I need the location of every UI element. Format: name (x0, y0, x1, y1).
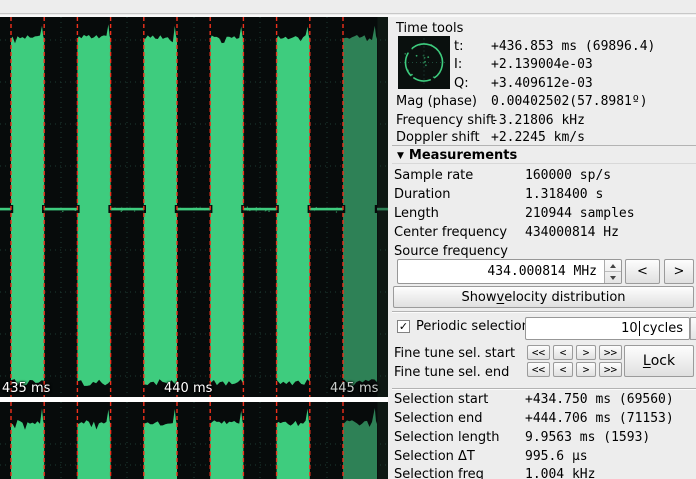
row-value: +436.853 ms (69896.4) (491, 39, 655, 54)
time-axis-label: 445 ms (330, 381, 378, 396)
time-tools-panel: Time tools t: +436.853 ms (69896.4) I: +… (392, 0, 696, 479)
start-step-forward-button[interactable]: > (576, 345, 596, 360)
row-value: 434000814 Hz (525, 225, 619, 240)
start-big-step-forward-button[interactable]: >> (599, 345, 622, 360)
cycles-input[interactable]: 10 cycles (525, 317, 690, 340)
cycles-suffix: cycles (643, 321, 683, 336)
button-text: Show (461, 290, 496, 305)
t-row: t: +436.853 ms (69896.4) (392, 39, 696, 57)
row-value: 210944 samples (525, 206, 635, 221)
mag-phase-row: Mag (phase) 0.00402502(57.8981º) (392, 94, 696, 112)
frequency-prev-button[interactable]: < (625, 259, 660, 284)
row-value: +434.750 ms (69560) (525, 392, 674, 407)
row-label: Length (394, 206, 439, 221)
row-label: Sample rate (394, 168, 473, 183)
fine-tune-end-label: Fine tune sel. end (394, 365, 509, 380)
waveform-lane-1[interactable]: 435 ms 440 ms 445 ms (0, 17, 388, 397)
row-value: 160000 sp/s (525, 168, 611, 183)
row-value: 1.318400 s (525, 187, 603, 202)
spin-up-button[interactable] (605, 260, 621, 272)
row-value: +2.139004e-03 (491, 57, 593, 72)
periodic-selection-label: Periodic selection (416, 319, 530, 334)
q-row: Q: +3.409612e-03 (392, 76, 696, 94)
separator (392, 388, 696, 390)
button-text-accel: L (643, 353, 651, 369)
row-label: Duration (394, 187, 450, 202)
panel-title: Time tools (396, 21, 463, 36)
separator (392, 311, 696, 313)
row-value: +3.409612e-03 (491, 76, 593, 91)
frequency-spinner[interactable] (604, 260, 621, 283)
sample-rate-row: Sample rate 160000 sp/s (392, 168, 696, 186)
row-label: Doppler shift (396, 130, 480, 145)
time-axis-label: 435 ms (2, 381, 50, 396)
row-value: +444.706 ms (71153) (525, 411, 674, 426)
selection-end-row: Selection end +444.706 ms (71153) (392, 411, 696, 429)
cycles-value: 10 (621, 321, 638, 336)
row-label: Selection start (394, 392, 488, 407)
length-row: Length 210944 samples (392, 206, 696, 224)
window-top-strip (0, 0, 696, 14)
duration-row: Duration 1.318400 s (392, 187, 696, 205)
frequency-value: 434.000814 MHz (487, 264, 597, 279)
button-text: ock (651, 353, 675, 369)
measurements-header-label: Measurements (409, 148, 517, 163)
row-label: Selection end (394, 411, 483, 426)
row-label: Frequency shift (396, 113, 495, 128)
selection-freq-row: Selection freq 1.004 kHz (392, 467, 696, 479)
row-value: 995.6 µs (525, 449, 588, 464)
row-value: -3.21806 kHz (491, 113, 585, 128)
row-label: Selection ΔT (394, 449, 475, 464)
row-value: 0.00402502(57.8981º) (491, 94, 648, 109)
row-label: Mag (phase) (396, 94, 477, 109)
window-top-strip-highlight (0, 15, 696, 17)
waveform-lane-2[interactable] (0, 402, 388, 479)
end-step-forward-button[interactable]: > (576, 362, 596, 377)
periodic-selection-checkbox[interactable]: ✓ (397, 320, 410, 333)
check-icon: ✓ (399, 320, 408, 333)
button-text: elocity distribution (504, 290, 625, 305)
show-velocity-distribution-button[interactable]: Show velocity distribution (393, 286, 694, 308)
row-label: Center frequency (394, 225, 507, 240)
selection-delta-t-row: Selection ΔT 995.6 µs (392, 449, 696, 467)
end-big-step-back-button[interactable]: << (527, 362, 550, 377)
row-value: 1.004 kHz (525, 467, 595, 479)
row-label: Selection freq (394, 467, 484, 479)
row-label: I: (454, 57, 462, 72)
measurements-header[interactable]: ▼ Measurements (392, 145, 696, 164)
selection-start-row: Selection start +434.750 ms (69560) (392, 392, 696, 410)
start-step-back-button[interactable]: < (553, 345, 573, 360)
end-step-back-button[interactable]: < (553, 362, 573, 377)
row-label: Selection length (394, 430, 499, 445)
time-axis-label: 440 ms (164, 381, 212, 396)
row-label: t: (454, 39, 463, 54)
start-big-step-back-button[interactable]: << (527, 345, 550, 360)
arrow-up-icon (610, 264, 616, 268)
button-text-accel: v (497, 290, 505, 305)
i-row: I: +2.139004e-03 (392, 57, 696, 75)
spin-down-button[interactable] (605, 272, 621, 283)
frequency-spinbox[interactable]: 434.000814 MHz (397, 259, 622, 284)
collapse-arrow-icon: ▼ (397, 151, 404, 161)
fine-tune-start-label: Fine tune sel. start (394, 346, 515, 361)
arrow-down-icon (610, 276, 616, 280)
text-caret (639, 321, 640, 336)
row-value: +2.2245 km/s (491, 130, 585, 145)
frequency-next-button[interactable]: > (664, 259, 694, 284)
selection-length-row: Selection length 9.9563 ms (1593) (392, 430, 696, 448)
cycles-spinner-clipped[interactable] (690, 317, 696, 340)
end-big-step-forward-button[interactable]: >> (599, 362, 622, 377)
row-label: Q: (454, 76, 469, 91)
frequency-shift-row: Frequency shift -3.21806 kHz (392, 113, 696, 131)
center-frequency-row: Center frequency 434000814 Hz (392, 225, 696, 243)
row-value: 9.9563 ms (1593) (525, 430, 650, 445)
lock-button[interactable]: Lock (624, 345, 694, 377)
waveform-plot-2[interactable] (0, 402, 388, 479)
waveform-plot-1[interactable] (0, 17, 388, 397)
row-label: Source frequency (394, 244, 508, 259)
